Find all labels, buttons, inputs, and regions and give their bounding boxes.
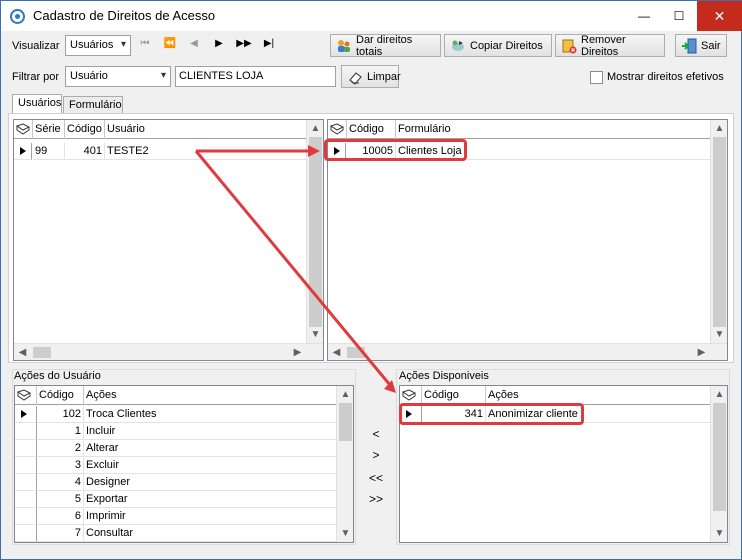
annotation-arrows [194, 145, 396, 393]
